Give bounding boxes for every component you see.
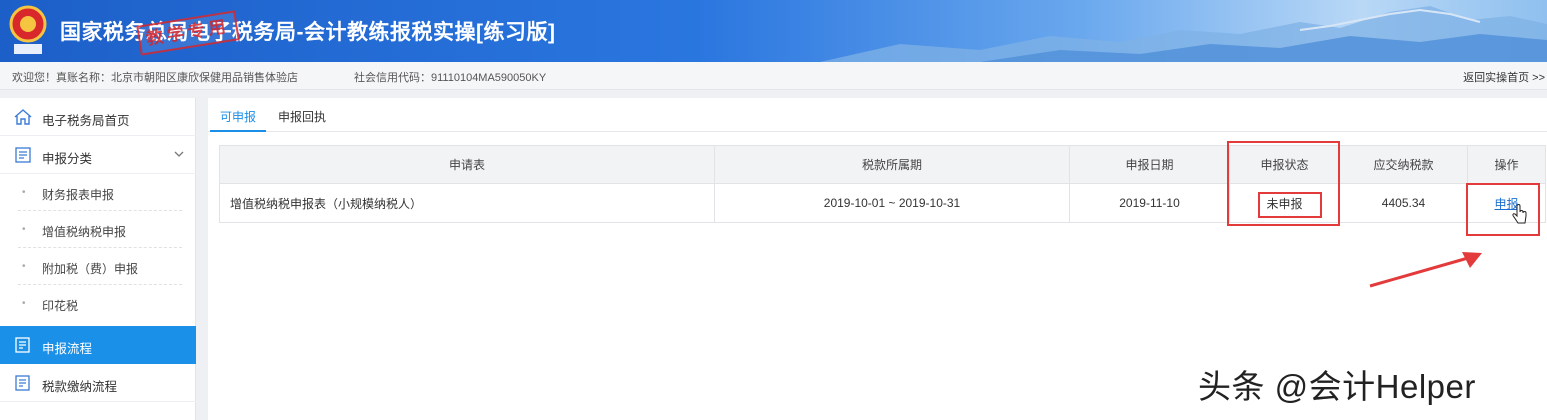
sidebar-subitem-financial-report[interactable]: • 财务报表申报 xyxy=(0,174,196,211)
column-header: 操作 xyxy=(1467,145,1546,184)
layout-gutter xyxy=(196,98,208,420)
sidebar-subitem-label: 印花税 xyxy=(42,299,79,313)
pointer-arrow-icon xyxy=(1369,252,1482,288)
column-header: 申请表 xyxy=(219,145,715,184)
active-tab-indicator xyxy=(210,130,266,132)
header-gap xyxy=(0,90,1547,98)
table-row: 增值税纳税申报表（小规模纳税人） 2019-10-01 ~ 2019-10-31… xyxy=(219,183,1546,223)
sidebar-item-label: 税款缴纳流程 xyxy=(42,380,118,394)
sidebar-item-category[interactable]: 申报分类 xyxy=(0,136,196,174)
form-icon xyxy=(15,147,31,163)
info-bar: 欢迎您！真账名称：北京市朝阳区康欣保健用品销售体验店 社会信用代码：911101… xyxy=(0,62,1547,90)
flow-icon xyxy=(15,337,30,353)
date-cell: 2019-11-10 xyxy=(1069,183,1230,223)
column-header: 应交纳税款 xyxy=(1339,145,1468,184)
period-cell: 2019-10-01 ~ 2019-10-31 xyxy=(714,183,1070,223)
sidebar-subitem-label: 附加税（费）申报 xyxy=(42,262,139,276)
site-title: 国家税务总局电子税务局-会计教练报税实操[练习版] xyxy=(60,21,556,44)
tab-receipt[interactable]: 申报回执 xyxy=(278,108,326,125)
sidebar-item-home[interactable]: 电子税务局首页 xyxy=(0,98,196,136)
chevron-down-icon xyxy=(174,151,184,157)
credit-code: 社会信用代码：91110104MA590050KY xyxy=(354,72,547,84)
table-header-row: 申请表 税款所属期 申报日期 申报状态 应交纳税款 操作 xyxy=(219,145,1546,184)
status-value-highlight xyxy=(1258,192,1322,218)
sidebar-subitem-label: 增值税纳税申报 xyxy=(42,225,127,239)
action-highlight xyxy=(1466,183,1540,236)
watermark: 头条 @会计Helper xyxy=(1198,368,1476,405)
back-home-link[interactable]: 返回实操首页 >> xyxy=(1463,69,1545,85)
amount-cell: 4405.34 xyxy=(1339,183,1468,223)
sidebar-item-label: 申报分类 xyxy=(42,152,93,166)
hand-cursor-icon xyxy=(1512,204,1527,224)
sidebar-item-process[interactable]: 申报流程 xyxy=(0,326,196,364)
sidebar-item-label: 电子税务局首页 xyxy=(42,114,130,128)
sidebar-subitem-label: 财务报表申报 xyxy=(42,188,115,202)
site-banner: 国家税务总局电子税务局-会计教练报税实操[练习版] 教学专用 xyxy=(0,0,1547,62)
sidebar-subitem-surcharge[interactable]: • 附加税（费）申报 xyxy=(0,248,196,285)
declaration-table: 申请表 税款所属期 申报日期 申报状态 应交纳税款 操作 增值税纳税申报表（小规… xyxy=(219,145,1546,223)
column-header: 申报日期 xyxy=(1069,145,1230,184)
sidebar-subitem-stamp-tax[interactable]: • 印花税 xyxy=(0,285,196,322)
column-header: 税款所属期 xyxy=(714,145,1070,184)
sidebar-subitem-vat[interactable]: • 增值税纳税申报 xyxy=(0,211,196,248)
tab-bar: 可申报 申报回执 xyxy=(208,98,1547,132)
welcome-text: 欢迎您！真账名称：北京市朝阳区康欣保健用品销售体验店 xyxy=(12,72,298,84)
home-icon xyxy=(14,109,32,125)
sidebar-item-payment[interactable]: 税款缴纳流程 xyxy=(0,364,196,402)
form-name-cell: 增值税纳税申报表（小规模纳税人） xyxy=(219,183,715,223)
payment-icon xyxy=(15,375,30,391)
sidebar: 电子税务局首页 申报分类 • 财务报表申报 • 增值税纳税申报 • 附加税（费）… xyxy=(0,98,196,420)
tab-declarable[interactable]: 可申报 xyxy=(220,108,256,125)
tax-emblem-icon xyxy=(9,5,47,54)
sidebar-item-label: 申报流程 xyxy=(42,342,93,356)
